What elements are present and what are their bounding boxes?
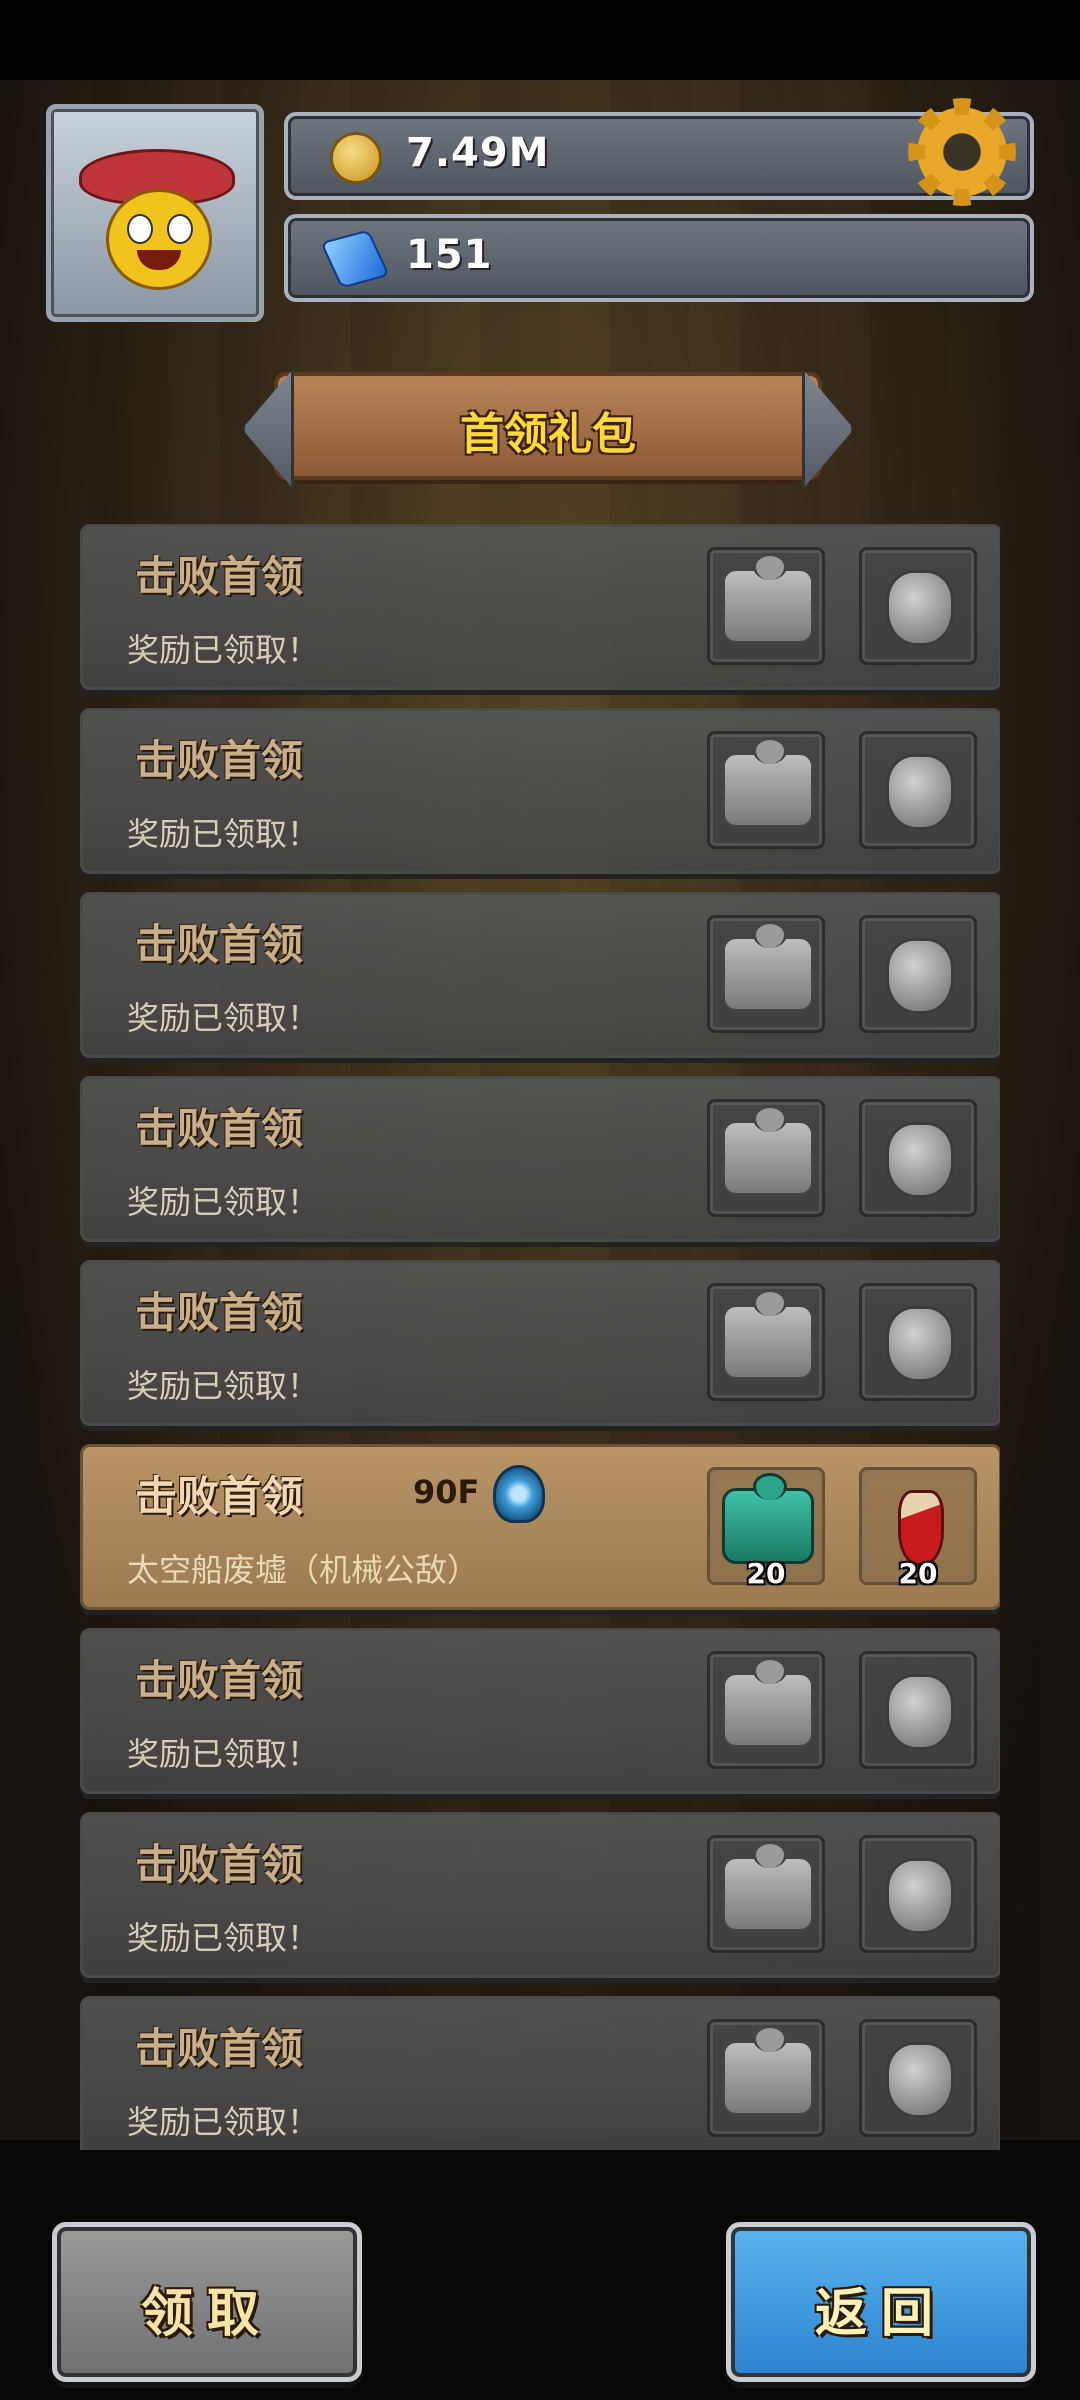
puzzle-piece-icon (722, 1289, 814, 1380)
list-item[interactable]: 击败首领 奖励已领取！ (80, 1628, 1000, 1794)
list-item[interactable]: 击败首领 奖励已领取！ (80, 1812, 1000, 1978)
row-title: 击败首领 (135, 1656, 304, 1705)
vase-icon (886, 570, 954, 646)
teapot-icon (886, 1122, 954, 1198)
gold-amount: 7.49M (406, 130, 550, 176)
floor-label: 90F (413, 1473, 480, 1511)
claim-button[interactable]: 领取 (52, 2222, 362, 2382)
reward-slot[interactable] (707, 915, 825, 1033)
teal-puzzle-piece-icon (722, 1473, 814, 1564)
reward-count: 20 (898, 1557, 938, 1590)
row-title: 击败首领 (135, 1288, 304, 1337)
portal-icon (493, 1465, 545, 1523)
gem-amount: 151 (406, 232, 493, 278)
back-button[interactable]: 返回 (726, 2222, 1036, 2382)
meat-icon (886, 1306, 954, 1382)
list-item[interactable]: 击败首领 奖励已领取！ (80, 1996, 1000, 2150)
back-button-label: 返回 (814, 2284, 947, 2344)
puzzle-piece-icon (722, 2025, 814, 2116)
reward-slot[interactable] (707, 1651, 825, 1769)
row-status: 奖励已领取！ (127, 1367, 320, 1405)
reward-slot[interactable] (707, 1099, 825, 1217)
player-avatar[interactable] (46, 104, 264, 322)
reward-slot[interactable]: 20 (707, 1467, 825, 1590)
list-item[interactable]: 击败首领 奖励已领取！ (80, 524, 1000, 690)
row-title: 击败首领 (135, 1472, 304, 1521)
vase-icon (886, 1674, 954, 1750)
reward-count: 20 (746, 1557, 786, 1590)
row-title: 击败首领 (135, 1104, 304, 1153)
row-status: 奖励已领取！ (127, 1183, 320, 1221)
row-status: 奖励已领取！ (127, 1735, 320, 1773)
gem-counter: 151 (284, 214, 1034, 302)
row-status: 奖励已领取！ (127, 815, 320, 853)
row-title: 击败首领 (135, 920, 304, 969)
reward-slot[interactable] (707, 1283, 825, 1401)
reward-slot[interactable] (859, 1651, 977, 1769)
shell-icon (886, 2042, 954, 2118)
page-title: 首领礼包 (460, 409, 636, 460)
list-item[interactable]: 击败首领 奖励已领取！ (80, 892, 1000, 1058)
reward-slot[interactable] (859, 731, 977, 849)
puzzle-piece-icon (722, 737, 814, 828)
puzzle-piece-icon (722, 1841, 814, 1932)
reward-slot[interactable] (859, 1099, 977, 1217)
row-status: 奖励已领取！ (127, 2103, 320, 2141)
reward-slot[interactable] (859, 915, 977, 1033)
reward-slot[interactable] (707, 731, 825, 849)
row-status: 奖励已领取！ (127, 631, 320, 669)
reward-slot[interactable] (707, 547, 825, 665)
reward-slot[interactable] (859, 547, 977, 665)
reward-slot[interactable] (859, 1835, 977, 1953)
reward-slot[interactable] (859, 2019, 977, 2137)
puzzle-piece-icon (722, 553, 814, 644)
row-status: 奖励已领取！ (127, 999, 320, 1037)
stage-name: 太空船废墟（机械公敌） (127, 1551, 480, 1589)
puzzle-piece-icon (722, 1657, 814, 1748)
row-status: 奖励已领取！ (127, 1919, 320, 1957)
blue-gem-icon (320, 229, 390, 289)
coin-icon (330, 132, 382, 184)
list-item[interactable]: 击败首领 奖励已领取！ (80, 1076, 1000, 1242)
red-potion-icon (898, 1490, 944, 1566)
gear-icon[interactable] (908, 98, 1016, 206)
reward-slot[interactable]: 20 (859, 1467, 977, 1590)
list-item[interactable]: 击败首领 奖励已领取！ (80, 1260, 1000, 1426)
list-item-active[interactable]: 击败首领 90F 太空船废墟（机械公敌） 20 20 (80, 1444, 1000, 1610)
claim-button-label: 领取 (140, 2284, 273, 2344)
reward-slot[interactable] (859, 1283, 977, 1401)
row-title: 击败首领 (135, 736, 304, 785)
reward-slot[interactable] (707, 2019, 825, 2137)
row-title: 击败首领 (135, 552, 304, 601)
shell-icon (886, 754, 954, 830)
hero-face-icon (106, 189, 212, 290)
list-item[interactable]: 击败首领 奖励已领取！ (80, 708, 1000, 874)
boss-reward-list[interactable]: 击败首领 奖励已领取！ 击败首领 奖励已领取！ 击败首领 奖励已领取！ 击败首领… (80, 520, 1000, 2150)
row-title: 击败首领 (135, 2024, 304, 2073)
horn-shell-icon (886, 938, 954, 1014)
puzzle-piece-icon (722, 1105, 814, 1196)
row-title: 击败首领 (135, 1840, 304, 1889)
puzzle-piece-icon (722, 921, 814, 1012)
horn-shell-icon (886, 1858, 954, 1934)
title-banner: 首领礼包 (274, 372, 822, 480)
reward-slot[interactable] (707, 1835, 825, 1953)
